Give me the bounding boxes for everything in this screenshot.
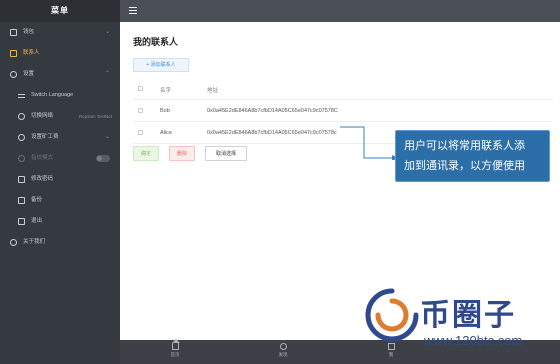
contact-address: 0x0a45E2dE846A8b7cfbD14A05C65e047c9c0757… <box>207 130 337 136</box>
sidebar-item-network[interactable]: 切换网络 Ropsten TestNet <box>0 106 120 127</box>
fee-icon <box>18 134 25 141</box>
contact-name: Bob <box>160 108 170 114</box>
sidebar-item-wallet[interactable]: 钱包 ⌄ <box>0 22 120 43</box>
language-icon <box>18 92 25 99</box>
table-row[interactable]: Bob 0x0a45E2dE846A8b7cfbD14A05C65e047c9c… <box>133 100 553 122</box>
callout-line-1: 用户可以将常用联系人添 <box>404 140 525 152</box>
app-frame: 菜单 钱包 ⌄ 联系人 设置 ⌃ Switch Language 切换网络 Ro… <box>0 0 560 364</box>
tab-label: 我 <box>388 352 394 357</box>
network-value: Ropsten TestNet <box>78 114 112 119</box>
wallet-icon <box>10 29 17 36</box>
menu-icon[interactable] <box>129 7 137 14</box>
callout-leader-line <box>340 126 398 160</box>
sidebar-item-label: 联系人 <box>23 50 40 56</box>
row-checkbox[interactable] <box>138 108 143 113</box>
watermark-text: 币圈子 <box>420 298 516 333</box>
sidebar-item-label: 备份 <box>31 197 43 203</box>
annotation-callout: 用户可以将常用联系人添 加到通讯录，以方便使用 <box>395 130 550 182</box>
sidebar: 菜单 钱包 ⌄ 联系人 设置 ⌃ Switch Language 切换网络 Ro… <box>0 0 120 364</box>
home-icon <box>171 339 180 350</box>
logout-icon <box>18 218 25 225</box>
page-title: 我的联系人 <box>133 37 179 47</box>
sidebar-item-label: 钱包 <box>23 29 35 35</box>
chevron-down-icon: ⌄ <box>104 29 110 35</box>
sidebar-item-label: 设置矿工费 <box>31 134 59 140</box>
table-header: 名字 地址 <box>133 78 553 100</box>
confirm-button[interactable]: 确定 <box>133 146 159 161</box>
add-contact-button[interactable]: + 添加联系人 <box>133 58 189 72</box>
watermark-url: www.120btc.com <box>424 333 523 348</box>
sidebar-item-logout[interactable]: 退出 <box>0 211 120 232</box>
tab-discover[interactable]: 发现 <box>268 343 298 358</box>
contact-address: 0x0a45E2dE846A8b7cfbD14A05C65e047c9c0757… <box>207 108 338 114</box>
tab-home[interactable]: 首页 <box>160 339 190 358</box>
tab-label: 发现 <box>278 352 288 357</box>
watermark-logo <box>365 288 419 342</box>
contact-name: Alice <box>160 130 172 136</box>
top-bar <box>120 0 560 22</box>
row-checkbox[interactable] <box>138 130 143 135</box>
sidebar-item-about[interactable]: 关于我们 <box>0 232 120 253</box>
settings-icon <box>10 71 17 78</box>
column-header-name: 名字 <box>160 88 172 94</box>
sidebar-item-label: 修改密码 <box>31 176 54 182</box>
backup-icon <box>18 197 25 204</box>
contacts-icon <box>10 50 17 57</box>
cancel-selection-button[interactable]: 取消选择 <box>205 146 247 161</box>
sidebar-item-label: 退出 <box>31 218 43 224</box>
sidebar-item-fingerprint: 指纹模式 <box>0 148 120 169</box>
sidebar-item-label: 设置 <box>23 71 35 77</box>
delete-button[interactable]: 删除 <box>169 146 195 161</box>
tab-profile[interactable]: 我 <box>376 343 406 358</box>
info-icon <box>10 239 17 246</box>
sidebar-item-miner-fee[interactable]: 设置矿工费 ⌄ <box>0 127 120 148</box>
fingerprint-icon <box>18 155 25 162</box>
lock-icon <box>18 176 25 183</box>
sidebar-item-label: Switch Language <box>31 92 74 98</box>
chevron-up-icon: ⌃ <box>104 71 110 77</box>
callout-line-2: 加到通讯录，以方便使用 <box>404 160 525 172</box>
sidebar-item-switch-language[interactable]: Switch Language <box>0 85 120 106</box>
fingerprint-toggle[interactable] <box>96 155 110 162</box>
chevron-down-icon: ⌄ <box>104 134 110 140</box>
tab-label: 首页 <box>170 352 180 357</box>
sidebar-title: 菜单 <box>0 0 120 22</box>
sidebar-item-label: 切换网络 <box>31 113 54 119</box>
sidebar-item-change-password[interactable]: 修改密码 <box>0 169 120 190</box>
column-header-address: 地址 <box>207 88 219 94</box>
sidebar-item-label: 关于我们 <box>23 239 46 245</box>
network-icon <box>18 113 25 120</box>
sidebar-item-contacts[interactable]: 联系人 <box>0 43 120 64</box>
compass-icon <box>279 343 287 350</box>
sidebar-item-settings[interactable]: 设置 ⌃ <box>0 64 120 85</box>
sidebar-item-label: 指纹模式 <box>31 155 54 161</box>
sidebar-item-backup[interactable]: 备份 <box>0 190 120 211</box>
select-all-checkbox[interactable] <box>138 86 143 91</box>
